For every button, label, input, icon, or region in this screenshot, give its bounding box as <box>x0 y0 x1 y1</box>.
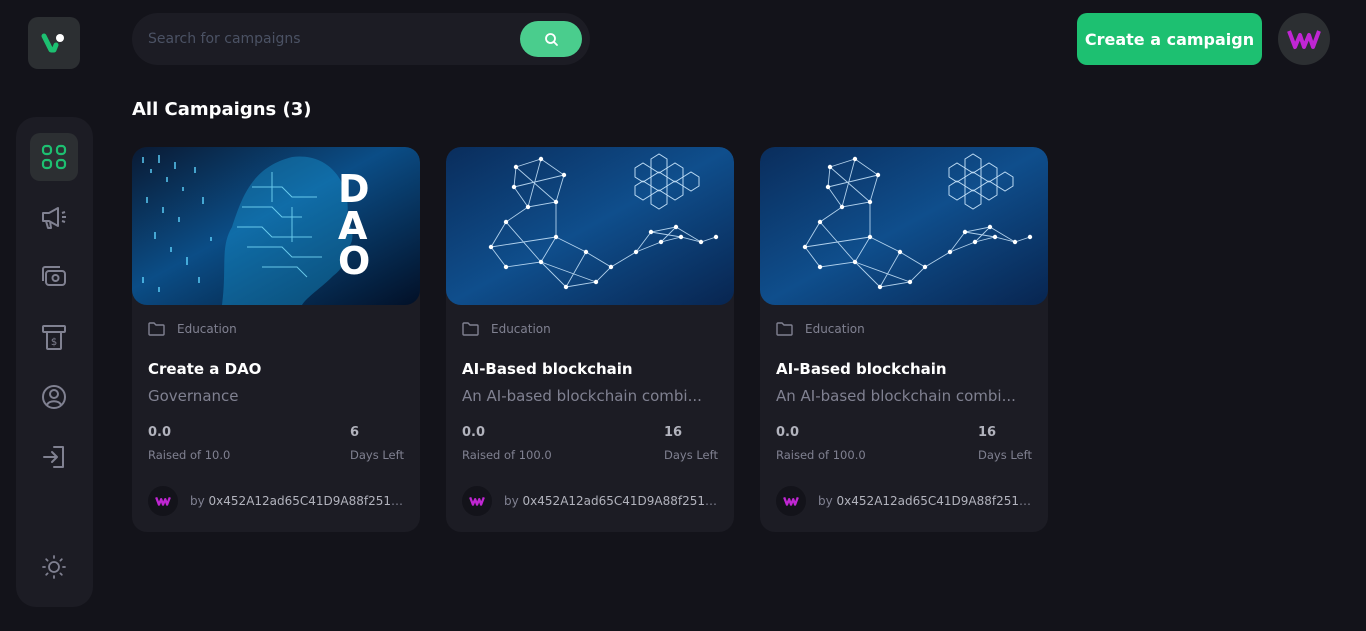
days-left-label: Days Left <box>978 448 1032 462</box>
svg-text:$: $ <box>51 337 57 348</box>
days-left-value: 16 <box>664 425 683 440</box>
search-bar <box>132 13 590 65</box>
campaign-title: Create a DAO <box>148 360 262 378</box>
campaign-description: An AI-based blockchain combi... <box>462 387 702 405</box>
folder-icon <box>462 322 479 336</box>
app-logo[interactable] <box>28 17 80 69</box>
campaign-card[interactable]: D A O Education Create a DAO Governance … <box>132 147 420 532</box>
owner-avatar <box>148 486 178 516</box>
category-label: Education <box>805 322 865 336</box>
raised-amount: 0.0 <box>776 425 800 440</box>
campaign-description: An AI-based blockchain combi... <box>776 387 1016 405</box>
owner-address: 0x452A12ad65C41D9A88f2515Af6... <box>836 494 1032 508</box>
search-icon <box>544 32 558 46</box>
withdraw-icon: $ <box>42 325 66 350</box>
days-left-label: Days Left <box>664 448 718 462</box>
dao-ai-head-image: D A O <box>132 147 420 305</box>
profile-icon <box>42 385 66 409</box>
raised-amount: 0.0 <box>148 425 172 440</box>
sun-icon <box>42 555 66 579</box>
avatar[interactable] <box>1278 13 1330 65</box>
logout-icon <box>43 446 64 468</box>
v-logo-icon <box>41 33 64 53</box>
days-left-value: 6 <box>350 425 360 440</box>
campaign-card[interactable]: Education AI-Based blockchain An AI-base… <box>760 147 1048 532</box>
owner-text: by 0x452A12ad65C41D9A88f2515Af6... <box>504 494 718 508</box>
sidebar-item-campaign[interactable] <box>30 193 78 241</box>
category-label: Education <box>177 322 237 336</box>
dashboard-grid-icon <box>41 144 67 170</box>
w-logo-icon <box>155 496 171 506</box>
create-campaign-button[interactable]: Create a campaign <box>1077 13 1262 65</box>
owner-prefix: by <box>504 494 519 508</box>
owner-address: 0x452A12ad65C41D9A88f2515Af6... <box>208 494 404 508</box>
sidebar-item-withdraw[interactable]: $ <box>30 313 78 361</box>
sidebar-item-profile[interactable] <box>30 373 78 421</box>
campaign-card[interactable]: Education AI-Based blockchain An AI-base… <box>446 147 734 532</box>
owner-text: by 0x452A12ad65C41D9A88f2515Af6... <box>818 494 1032 508</box>
category-row: Education <box>462 322 551 336</box>
ai-robot-arm-blockchain-image <box>446 147 734 305</box>
raised-amount: 0.0 <box>462 425 486 440</box>
theme-toggle[interactable] <box>30 543 78 591</box>
owner-prefix: by <box>190 494 205 508</box>
dao-image-letter: O <box>338 239 370 283</box>
days-left-label: Days Left <box>350 448 404 462</box>
category-row: Education <box>148 322 237 336</box>
sidebar: $ <box>16 117 93 607</box>
owner-text: by 0x452A12ad65C41D9A88f2515Af6... <box>190 494 404 508</box>
search-button[interactable] <box>520 21 582 57</box>
raised-label: Raised of 10.0 <box>148 448 231 462</box>
owner-row: by 0x452A12ad65C41D9A88f2515Af6... <box>148 486 404 516</box>
folder-icon <box>148 322 165 336</box>
owner-prefix: by <box>818 494 833 508</box>
days-left-value: 16 <box>978 425 997 440</box>
campaign-title: AI-Based blockchain <box>776 360 947 378</box>
campaign-title: AI-Based blockchain <box>462 360 633 378</box>
owner-address: 0x452A12ad65C41D9A88f2515Af6... <box>522 494 718 508</box>
category-label: Education <box>491 322 551 336</box>
sidebar-item-payment[interactable] <box>30 253 78 301</box>
owner-avatar <box>462 486 492 516</box>
folder-icon <box>776 322 793 336</box>
owner-row: by 0x452A12ad65C41D9A88f2515Af6... <box>462 486 718 516</box>
owner-row: by 0x452A12ad65C41D9A88f2515Af6... <box>776 486 1032 516</box>
megaphone-icon <box>42 207 66 229</box>
w-logo-avatar <box>1287 30 1321 49</box>
sidebar-item-dashboard[interactable] <box>30 133 78 181</box>
raised-label: Raised of 100.0 <box>462 448 552 462</box>
category-row: Education <box>776 322 865 336</box>
ai-robot-arm-blockchain-image <box>760 147 1048 305</box>
sidebar-item-logout[interactable] <box>30 433 78 481</box>
payment-icon <box>42 266 66 286</box>
campaign-description: Governance <box>148 387 239 405</box>
page-title: All Campaigns (3) <box>132 99 312 120</box>
w-logo-icon <box>783 496 799 506</box>
owner-avatar <box>776 486 806 516</box>
w-logo-icon <box>469 496 485 506</box>
search-input[interactable] <box>148 13 518 65</box>
raised-label: Raised of 100.0 <box>776 448 866 462</box>
